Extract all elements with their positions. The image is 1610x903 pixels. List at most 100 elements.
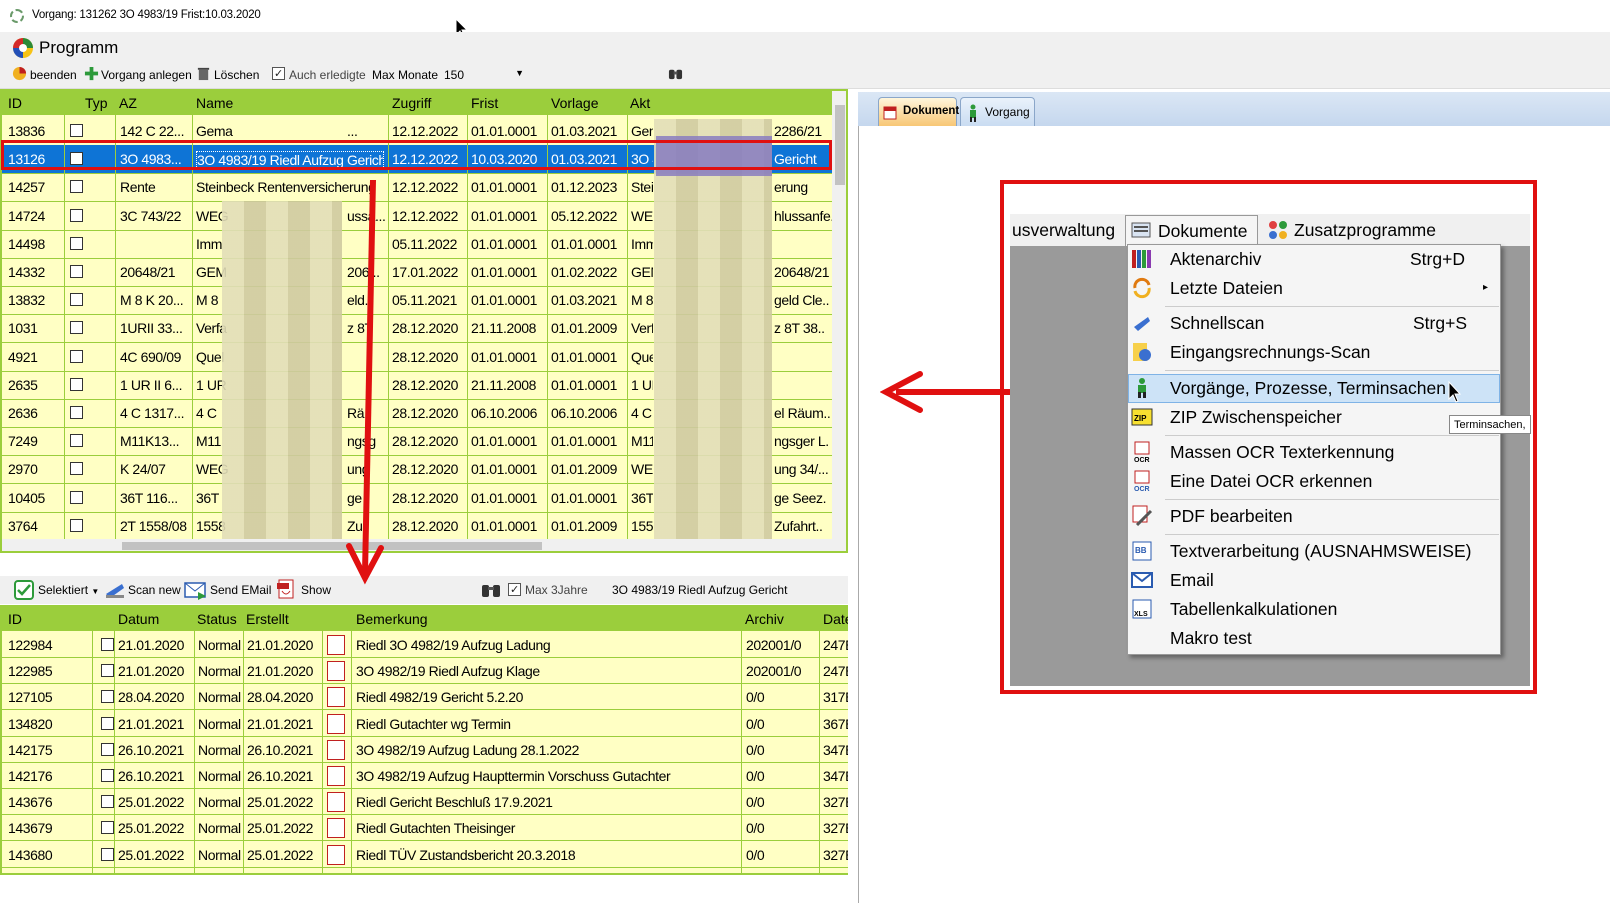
col-erstellt[interactable]: Erstellt: [246, 611, 289, 627]
row-checkbox[interactable]: [70, 208, 83, 222]
col-id[interactable]: ID: [8, 95, 22, 111]
menu-item-datei-ocr[interactable]: Eine Datei OCR erkennen: [1170, 471, 1372, 492]
send-email-button[interactable]: Send EMail: [210, 583, 271, 597]
row-checkbox[interactable]: [70, 377, 83, 391]
beenden-button[interactable]: beenden: [30, 68, 77, 82]
row-checkbox[interactable]: [101, 847, 114, 861]
svg-text:XLS: XLS: [1134, 611, 1148, 618]
cell-erstellt: 21.01.2021: [247, 715, 314, 732]
col-name[interactable]: Name: [196, 95, 233, 111]
row-checkbox[interactable]: [101, 716, 114, 730]
cell-archiv: 0/0: [746, 794, 765, 811]
email-icon: [1131, 572, 1153, 588]
binoculars-icon[interactable]: [481, 581, 501, 599]
column-divider: [351, 607, 352, 873]
col-bemerkung[interactable]: Bemerkung: [356, 611, 428, 627]
col-zugriff[interactable]: Zugriff: [392, 95, 431, 111]
row-checkbox[interactable]: [101, 821, 114, 835]
auch-erledigte-checkbox[interactable]: [272, 67, 285, 80]
menu-item-makro-test[interactable]: Makro test: [1170, 628, 1252, 649]
pdf-file-icon[interactable]: [327, 635, 345, 655]
pdf-file-icon[interactable]: [327, 818, 345, 839]
row-checkbox[interactable]: [70, 321, 83, 335]
pdf-file-icon[interactable]: [327, 713, 345, 734]
tab-vorgang[interactable]: Vorgang: [960, 97, 1035, 127]
vorgang-anlegen-button[interactable]: Vorgang anlegen: [101, 68, 192, 82]
menu-dokumente[interactable]: Dokumente: [1125, 215, 1258, 246]
table-row[interactable]: 143676 25.01.2022 Normal 25.01.2022 Riedl Ge…: [2, 789, 848, 816]
pdf-file-icon[interactable]: [327, 766, 345, 786]
cell-status: Normal: [198, 794, 241, 811]
row-checkbox[interactable]: [70, 490, 83, 504]
menu-item-textverarbeitung[interactable]: Textverarbeitung (AUSNAHMSWEISE): [1170, 541, 1471, 562]
menu-item-email[interactable]: Email: [1170, 570, 1214, 591]
table-row[interactable]: 143679 25.01.2022 Normal 25.01.2022 Riedl Gu…: [2, 815, 848, 842]
col-date[interactable]: Date: [823, 611, 848, 627]
max-3jahre-checkbox[interactable]: [508, 583, 521, 596]
col-az[interactable]: AZ: [119, 95, 137, 111]
loeschen-button[interactable]: Löschen: [214, 68, 259, 82]
row-checkbox[interactable]: [70, 462, 83, 476]
cell-date: 247E: [823, 637, 848, 653]
row-checkbox[interactable]: [101, 742, 114, 756]
row-checkbox[interactable]: [70, 349, 83, 363]
menu-zusatzprogramme[interactable]: Zusatzprogramme: [1294, 220, 1436, 241]
menu-item-schnellscan[interactable]: Schnellscan: [1170, 313, 1264, 334]
selektiert-button[interactable]: Selektiert ▼: [38, 583, 99, 597]
table-row[interactable]: 143680 25.01.2022 Normal 25.01.2022 Riedl TÜ…: [2, 842, 848, 868]
col-id[interactable]: ID: [8, 611, 22, 627]
cell-akt: WEG: [631, 461, 653, 478]
vertical-scrollbar[interactable]: [832, 91, 846, 551]
col-datum[interactable]: Datum: [118, 611, 159, 627]
menu-item-vorgaenge[interactable]: Vorgänge, Prozesse, Terminsachen: [1170, 378, 1446, 399]
col-archiv[interactable]: Archiv: [745, 611, 784, 627]
menu-item-aktenarchiv[interactable]: Aktenarchiv: [1170, 249, 1261, 270]
binoculars-icon[interactable]: [668, 66, 683, 81]
menu-item-pdf-bearbeiten[interactable]: PDF bearbeiten: [1170, 506, 1293, 527]
row-checkbox[interactable]: [70, 434, 83, 448]
menu-item-eingangsrechnungs-scan[interactable]: Eingangsrechnungs-Scan: [1170, 342, 1370, 363]
col-status[interactable]: Status: [197, 611, 237, 627]
program-menu[interactable]: Programm: [39, 38, 118, 58]
table-row[interactable]: 142175 26.10.2021 Normal 26.10.2021 3O 4982/…: [2, 737, 848, 763]
table-row[interactable]: 127105 28.04.2020 Normal 28.04.2020 Riedl 49…: [2, 684, 848, 711]
scan-new-button[interactable]: Scan new: [128, 583, 181, 597]
horizontal-scrollbar[interactable]: [2, 539, 832, 551]
row-checkbox[interactable]: [101, 664, 114, 678]
table-row[interactable]: 134820 21.01.2021 Normal 21.01.2021 Riedl Gu…: [2, 711, 848, 737]
show-button[interactable]: Show: [301, 583, 331, 597]
menu-item-tabellenkalkulationen[interactable]: Tabellenkalkulationen: [1170, 599, 1337, 620]
pdf-file-icon[interactable]: [327, 844, 345, 865]
pdf-file-icon[interactable]: [327, 739, 345, 760]
menu-item-zip[interactable]: ZIP Zwischenspeicher: [1170, 407, 1342, 428]
tab-dokument[interactable]: Dokument: [878, 97, 959, 127]
row-checkbox[interactable]: [70, 518, 83, 532]
col-frist[interactable]: Frist: [471, 95, 498, 111]
row-checkbox[interactable]: [70, 265, 83, 278]
menu-item-letzte-dateien[interactable]: Letzte Dateien: [1170, 278, 1283, 299]
row-checkbox[interactable]: [70, 124, 83, 137]
row-checkbox[interactable]: [101, 795, 114, 809]
pdf-file-icon[interactable]: [327, 661, 345, 682]
table-row[interactable]: 142176 26.10.2021 Normal 26.10.2021 3O 4982/…: [2, 763, 848, 789]
col-vorlage[interactable]: Vorlage: [551, 95, 598, 111]
pdf-file-icon[interactable]: [327, 792, 345, 813]
row-checkbox[interactable]: [101, 638, 114, 651]
table-row[interactable]: 122984 21.01.2020 Normal 21.01.2020 Riedl 3O…: [2, 632, 848, 658]
col-akt[interactable]: Akt: [630, 95, 650, 111]
menu-verwaltung-partial[interactable]: usverwaltung: [1012, 220, 1115, 241]
row-checkbox[interactable]: [70, 406, 83, 419]
pdf-edit-icon: [1132, 505, 1153, 527]
row-checkbox[interactable]: [70, 293, 83, 307]
row-checkbox[interactable]: [70, 180, 83, 194]
menu-item-massen-ocr[interactable]: Massen OCR Texterkennung: [1170, 442, 1394, 463]
pdf-file-icon[interactable]: [327, 687, 345, 708]
cell-akt: GEM: [631, 264, 653, 280]
max-monate-select[interactable]: 150 ▼: [444, 68, 526, 82]
col-typ[interactable]: Typ: [85, 95, 108, 111]
row-checkbox[interactable]: [70, 236, 83, 250]
table-row[interactable]: 122985 21.01.2020 Normal 21.01.2020 3O 4982/…: [2, 658, 848, 685]
row-checkbox[interactable]: [101, 769, 114, 782]
row-checkbox[interactable]: [101, 690, 114, 704]
column-divider: [92, 607, 93, 873]
